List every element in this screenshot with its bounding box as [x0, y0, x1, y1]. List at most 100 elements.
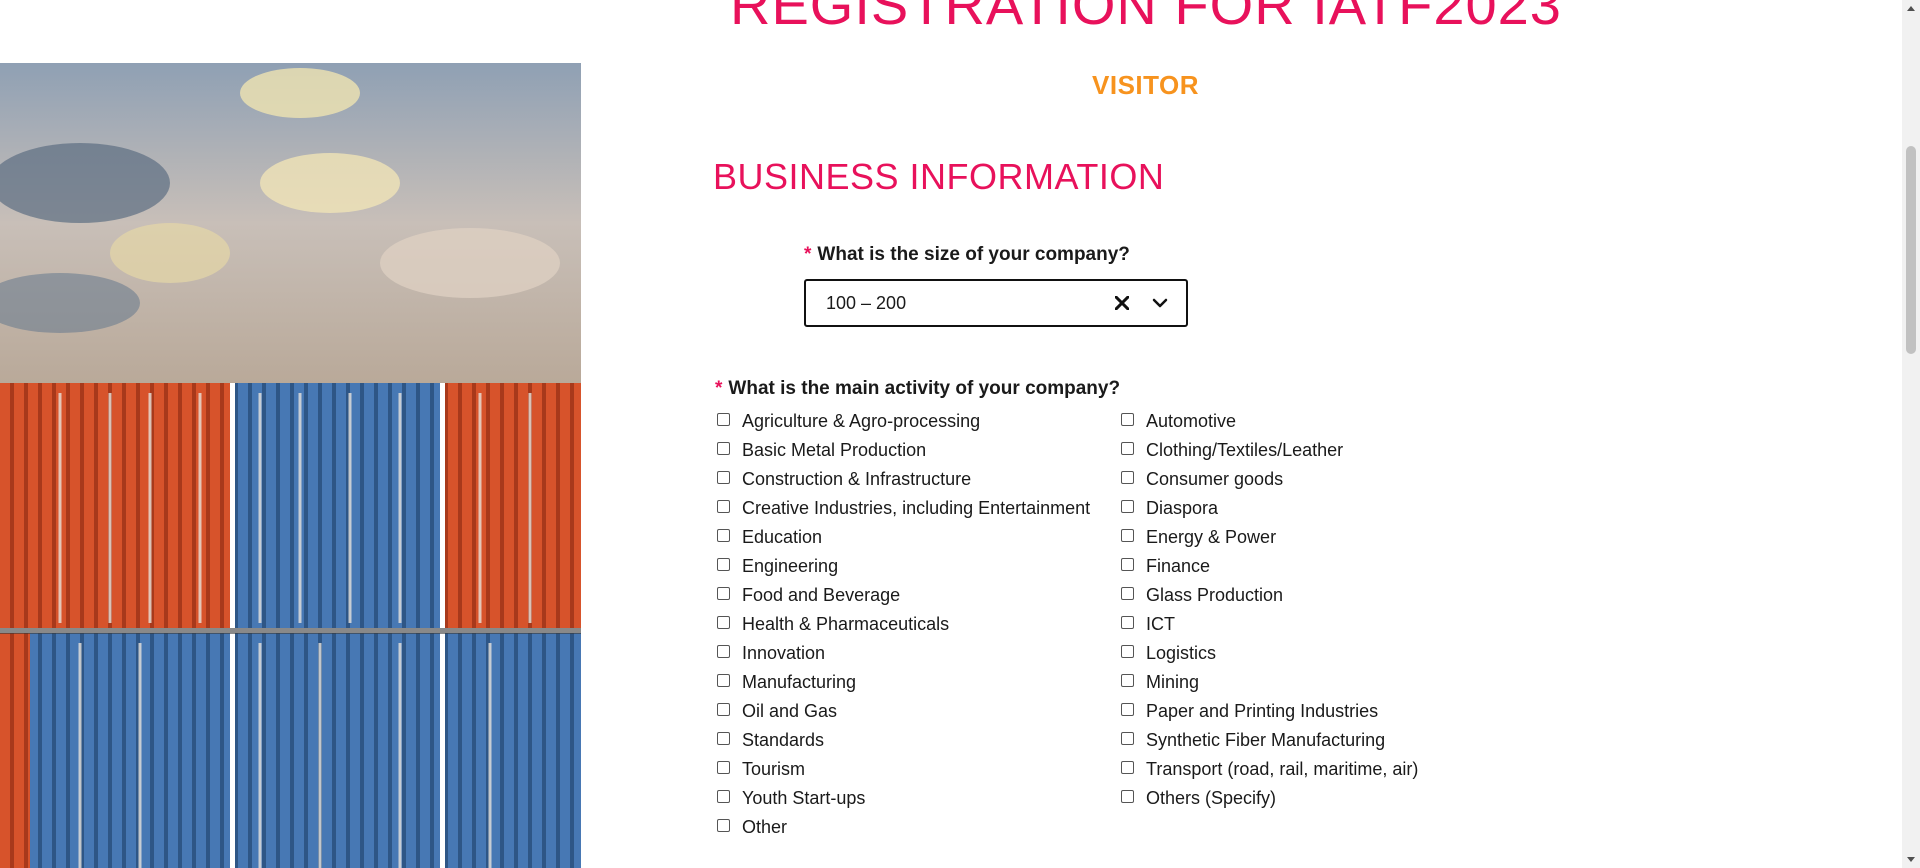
- activity-option-label: Education: [742, 527, 823, 547]
- chevron-down-icon[interactable]: [1148, 291, 1172, 315]
- scrollbar-thumb[interactable]: [1906, 146, 1916, 354]
- activity-option[interactable]: Paper and Printing Industries: [1121, 697, 1418, 726]
- checkbox[interactable]: [1121, 761, 1134, 774]
- activity-option[interactable]: Standards: [717, 726, 1090, 755]
- activity-option-label: Creative Industries, including Entertain…: [742, 498, 1091, 518]
- activity-option[interactable]: Other: [717, 813, 1090, 842]
- activity-option-label: Agriculture & Agro-processing: [742, 411, 981, 431]
- close-icon[interactable]: [1110, 291, 1134, 315]
- required-asterisk: *: [715, 378, 723, 399]
- checkbox[interactable]: [717, 674, 730, 687]
- activity-option-label: Food and Beverage: [742, 585, 901, 605]
- company-size-label: What is the size of your company?: [817, 244, 1130, 265]
- activity-option-label: Automotive: [1146, 411, 1237, 431]
- activity-option[interactable]: Education: [717, 523, 1090, 552]
- activity-option[interactable]: Innovation: [717, 639, 1090, 668]
- checkbox[interactable]: [1121, 790, 1134, 803]
- activity-option[interactable]: Energy & Power: [1121, 523, 1418, 552]
- checkbox[interactable]: [1121, 703, 1134, 716]
- activity-option-label: Others (Specify): [1146, 788, 1277, 808]
- company-size-question: * What is the size of your company?: [804, 244, 1130, 266]
- checkbox[interactable]: [1121, 645, 1134, 658]
- checkbox[interactable]: [717, 790, 730, 803]
- checkbox[interactable]: [1121, 587, 1134, 600]
- checkbox[interactable]: [717, 732, 730, 745]
- scroll-down-arrow-icon[interactable]: [1907, 857, 1915, 862]
- checkbox[interactable]: [1121, 529, 1134, 542]
- activity-option-label: Finance: [1146, 556, 1211, 576]
- activity-option-label: Energy & Power: [1146, 527, 1277, 547]
- checkbox[interactable]: [1121, 732, 1134, 745]
- checkbox[interactable]: [1121, 500, 1134, 513]
- checkbox[interactable]: [1121, 558, 1134, 571]
- activity-option-label: Engineering: [742, 556, 839, 576]
- activity-option[interactable]: Glass Production: [1121, 581, 1418, 610]
- page-title: REGISTRATION FOR IATF2023: [730, 0, 1562, 36]
- checkbox[interactable]: [717, 529, 730, 542]
- activity-option-label: Consumer goods: [1146, 469, 1284, 489]
- activity-option[interactable]: Food and Beverage: [717, 581, 1090, 610]
- activity-option-label: Synthetic Fiber Manufacturing: [1146, 730, 1386, 750]
- section-title: BUSINESS INFORMATION: [713, 156, 1165, 197]
- activity-option[interactable]: Youth Start-ups: [717, 784, 1090, 813]
- activity-option[interactable]: Automotive: [1121, 407, 1418, 436]
- activity-option-label: Clothing/Textiles/Leather: [1146, 440, 1344, 460]
- activity-option[interactable]: Oil and Gas: [717, 697, 1090, 726]
- activity-option-label: Oil and Gas: [742, 701, 838, 721]
- activity-option-label: Innovation: [742, 643, 826, 663]
- activity-option-label: Paper and Printing Industries: [1146, 701, 1379, 721]
- activity-option-label: Transport (road, rail, maritime, air): [1146, 759, 1419, 779]
- activity-option[interactable]: Agriculture & Agro-processing: [717, 407, 1090, 436]
- activity-option[interactable]: Others (Specify): [1121, 784, 1418, 813]
- main-activity-label: What is the main activity of your compan…: [728, 378, 1121, 399]
- required-asterisk: *: [804, 244, 812, 265]
- activity-option[interactable]: Finance: [1121, 552, 1418, 581]
- checkbox[interactable]: [717, 442, 730, 455]
- activity-option[interactable]: Tourism: [717, 755, 1090, 784]
- activity-option[interactable]: Health & Pharmaceuticals: [717, 610, 1090, 639]
- checkbox[interactable]: [717, 819, 730, 832]
- company-size-value: 100 – 200: [826, 292, 907, 313]
- activity-option[interactable]: Creative Industries, including Entertain…: [717, 494, 1090, 523]
- page-scrollbar[interactable]: [1902, 0, 1920, 868]
- checkbox[interactable]: [717, 761, 730, 774]
- checkbox[interactable]: [1121, 471, 1134, 484]
- activity-option[interactable]: Consumer goods: [1121, 465, 1418, 494]
- hero-image-shipping-containers: [0, 63, 581, 868]
- company-size-select[interactable]: 100 – 200: [804, 279, 1188, 327]
- checkbox[interactable]: [717, 703, 730, 716]
- activity-option[interactable]: Synthetic Fiber Manufacturing: [1121, 726, 1418, 755]
- activity-option-label: Construction & Infrastructure: [742, 469, 972, 489]
- activity-option-label: Basic Metal Production: [742, 440, 927, 460]
- checkbox[interactable]: [1121, 442, 1134, 455]
- checkbox[interactable]: [717, 471, 730, 484]
- registration-type-label: VISITOR: [1092, 70, 1200, 100]
- activity-option[interactable]: ICT: [1121, 610, 1418, 639]
- activity-option[interactable]: Logistics: [1121, 639, 1418, 668]
- activity-option[interactable]: Construction & Infrastructure: [717, 465, 1090, 494]
- checkbox[interactable]: [1121, 674, 1134, 687]
- activity-option[interactable]: Manufacturing: [717, 668, 1090, 697]
- activity-option-label: Diaspora: [1146, 498, 1219, 518]
- checkbox[interactable]: [717, 500, 730, 513]
- activity-option[interactable]: Diaspora: [1121, 494, 1418, 523]
- activity-option-label: Tourism: [742, 759, 806, 779]
- checkbox[interactable]: [717, 616, 730, 629]
- checkbox[interactable]: [717, 558, 730, 571]
- checkbox[interactable]: [1121, 616, 1134, 629]
- activity-option[interactable]: Mining: [1121, 668, 1418, 697]
- activity-option[interactable]: Engineering: [717, 552, 1090, 581]
- checkbox[interactable]: [1121, 413, 1134, 426]
- activity-options-left-column: Agriculture & Agro-processing Basic Meta…: [717, 407, 1090, 842]
- activity-option-label: Health & Pharmaceuticals: [742, 614, 950, 634]
- scroll-up-arrow-icon[interactable]: [1907, 6, 1915, 11]
- checkbox[interactable]: [717, 413, 730, 426]
- activity-option-label: ICT: [1146, 614, 1175, 634]
- activity-option[interactable]: Basic Metal Production: [717, 436, 1090, 465]
- checkbox[interactable]: [717, 645, 730, 658]
- main-activity-question: * What is the main activity of your compa…: [715, 378, 1120, 400]
- activity-option-label: Logistics: [1146, 643, 1217, 663]
- activity-option[interactable]: Transport (road, rail, maritime, air): [1121, 755, 1418, 784]
- activity-option[interactable]: Clothing/Textiles/Leather: [1121, 436, 1418, 465]
- checkbox[interactable]: [717, 587, 730, 600]
